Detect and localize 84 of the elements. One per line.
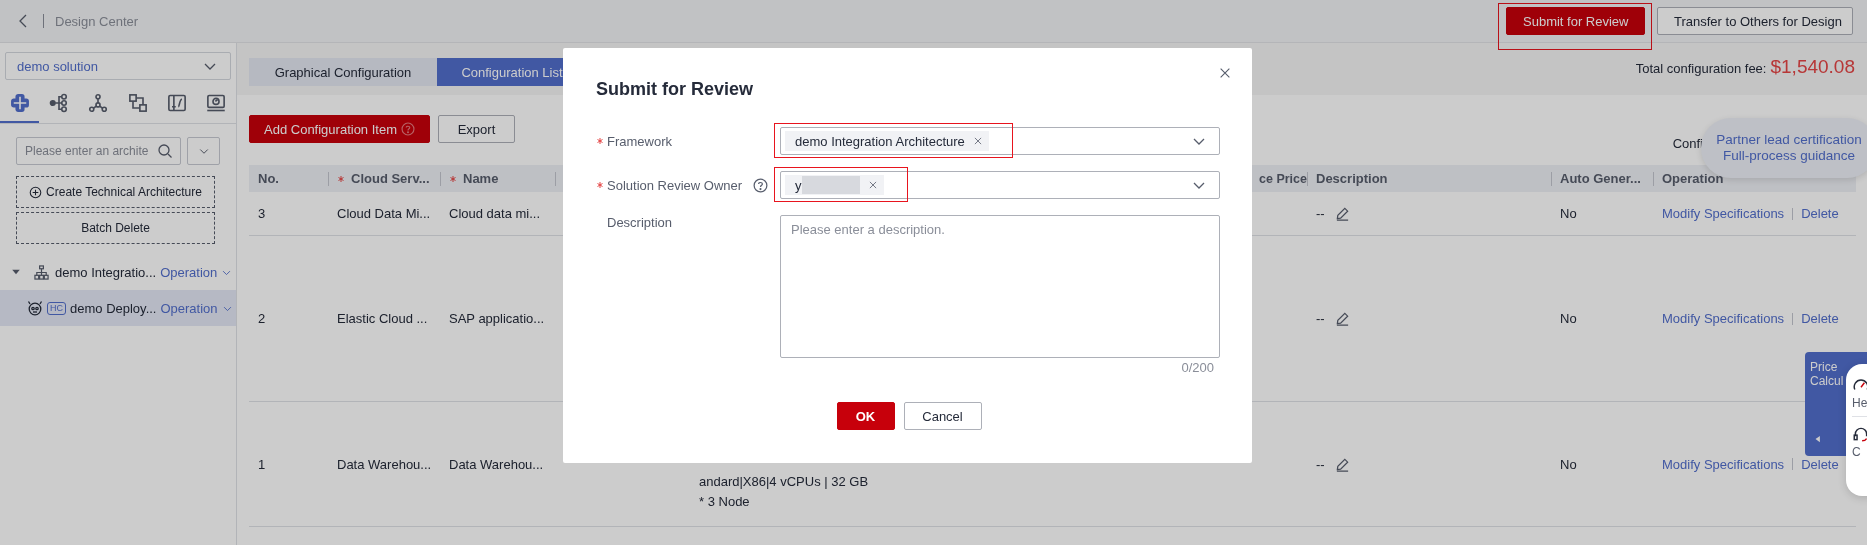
- table-cell: No: [1560, 206, 1577, 221]
- flowchart-icon: [127, 93, 148, 113]
- plus-icon: [29, 185, 43, 199]
- tab[interactable]: Graphical Configuration: [249, 58, 437, 86]
- price-calculator-label: Price Calcul: [1810, 360, 1845, 388]
- table-cell: Cloud Data Mi...: [337, 206, 431, 221]
- chart-icon: [166, 93, 187, 113]
- widget-label: He: [1852, 396, 1867, 410]
- hub-icon: [88, 93, 109, 113]
- column-header: Cloud Serv...: [351, 171, 430, 186]
- table-cell: --: [1316, 311, 1325, 326]
- table-cell: Data Warehou...: [449, 456, 544, 472]
- character-counter: 0/200: [1180, 360, 1215, 375]
- field-label: Framework: [607, 133, 672, 149]
- table-cell: Elastic Cloud ...: [337, 311, 428, 326]
- spec-text: andard|X86|4 vCPUs | 32 GB: [699, 473, 870, 491]
- solution-select[interactable]: demo solution: [5, 52, 231, 80]
- description-field[interactable]: Please enter a description.: [780, 215, 1220, 358]
- batch-delete-button[interactable]: Batch Delete: [16, 212, 215, 244]
- tree-item[interactable]: HC demo Deploy... Operation: [0, 290, 236, 326]
- ok-button[interactable]: OK: [836, 402, 895, 430]
- config-label: Confi: [1672, 135, 1703, 151]
- pencil-icon: [1334, 311, 1350, 326]
- column-header: Name: [463, 171, 499, 186]
- table-cell: No: [1560, 456, 1577, 472]
- table-cell: 2: [258, 311, 266, 326]
- delete-link[interactable]: Delete: [1801, 456, 1839, 472]
- cross-icon: [9, 93, 30, 113]
- table-cell: --: [1316, 206, 1325, 221]
- field-label: Solution Review Owner: [607, 177, 743, 193]
- column-header: No.: [258, 171, 279, 186]
- search-icon: [157, 143, 173, 159]
- headset-icon: [1852, 425, 1867, 443]
- table-cell: Data Warehou...: [337, 456, 432, 472]
- operation-menu[interactable]: Operation: [160, 300, 233, 316]
- hierarchy-icon: [34, 264, 49, 280]
- tree-item[interactable]: demo Integratio... Operation: [0, 258, 236, 286]
- badge: HC: [47, 301, 66, 315]
- add-item-button[interactable]: Add Configuration Item: [249, 115, 430, 143]
- delete-link[interactable]: Delete: [1801, 206, 1839, 221]
- table-cell: Cloud data mi...: [449, 206, 541, 221]
- close-icon: [972, 136, 983, 146]
- submit-button[interactable]: Submit for Review: [1506, 7, 1645, 35]
- modify-link[interactable]: Modify Specifications: [1662, 456, 1785, 472]
- tree-label: demo Integratio...: [55, 264, 157, 280]
- close-button[interactable]: [1218, 66, 1232, 80]
- page-title: Design Center: [55, 13, 139, 29]
- delete-link[interactable]: Delete: [1801, 311, 1839, 326]
- share-icon: [49, 93, 69, 113]
- search-field[interactable]: Please enter an archite: [16, 137, 181, 165]
- column-header: ce Price: [1259, 171, 1307, 186]
- tag-text: y: [795, 177, 802, 193]
- column-header: Operation: [1662, 171, 1724, 186]
- tag-text: demo Integration Architecture: [795, 133, 965, 149]
- transfer-button[interactable]: Transfer to Others for Design: [1657, 7, 1853, 35]
- table-cell: 1: [258, 456, 266, 472]
- modify-link[interactable]: Modify Specifications: [1662, 206, 1785, 221]
- widget-label: C: [1852, 445, 1862, 459]
- table-cell: SAP applicatio...: [449, 311, 545, 326]
- table-cell: No: [1560, 311, 1577, 326]
- operation-menu[interactable]: Operation: [160, 264, 233, 280]
- cancel-button[interactable]: Cancel: [903, 402, 982, 430]
- modify-link[interactable]: Modify Specifications: [1662, 311, 1785, 326]
- export-button[interactable]: Export: [438, 115, 515, 143]
- table-cell: --: [1316, 456, 1325, 472]
- guide-text: Partner lead certification: [1716, 132, 1862, 148]
- fee-label: Total configuration fee:: [1635, 61, 1767, 76]
- tree-label: demo Deploy...: [70, 300, 157, 316]
- spec-text: * 3 Node: [699, 493, 751, 511]
- pencil-icon: [1334, 456, 1350, 472]
- fee-amount: $1,540.08: [1770, 56, 1855, 78]
- field-label: Description: [607, 215, 673, 230]
- pencil-icon: [1334, 206, 1350, 221]
- close-icon: [1218, 66, 1232, 80]
- table-cell: 3: [258, 206, 266, 221]
- screen-icon: [206, 93, 227, 113]
- guide-text: Full-process guidance: [1722, 148, 1856, 164]
- column-header: Description: [1316, 171, 1388, 186]
- dialog-title: Submit for Review: [596, 78, 755, 100]
- column-header: Auto Gener...: [1560, 171, 1641, 186]
- close-icon: [867, 180, 878, 190]
- create-architecture-button[interactable]: Create Technical Architecture: [16, 176, 215, 208]
- caret-left-icon: [1813, 434, 1823, 444]
- robot-icon: [27, 300, 43, 316]
